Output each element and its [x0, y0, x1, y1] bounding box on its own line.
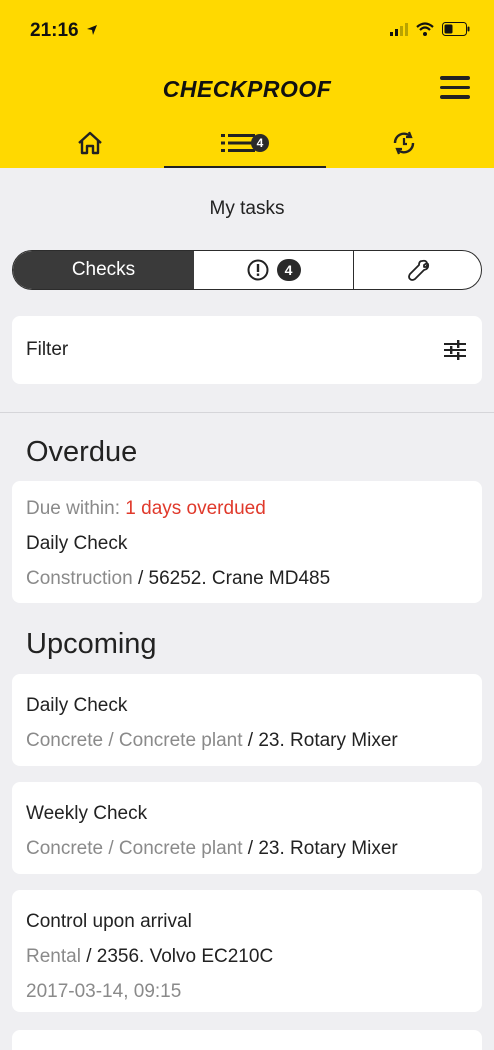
nav-history[interactable] [344, 118, 464, 168]
task-path: Construction / 56252. Crane MD485 [26, 561, 468, 596]
task-name: Daily Check [26, 695, 128, 716]
task-card-partial[interactable] [12, 1030, 482, 1050]
hamburger-menu-icon[interactable] [440, 76, 470, 100]
task-card[interactable]: Due within: 1 days overdued Daily Check … [12, 481, 482, 603]
page-title: My tasks [209, 198, 285, 219]
path-separator: / [242, 730, 259, 751]
location-arrow-icon [86, 25, 97, 35]
task-name: Daily Check [26, 533, 128, 554]
path-asset: 56252. Crane MD485 [148, 568, 331, 589]
task-path: Rental / 2356. Volvo EC210C [26, 939, 468, 974]
task-name: Weekly Check [26, 803, 148, 824]
due-value: 1 days overdued [125, 498, 266, 519]
path-separator: / [80, 946, 97, 967]
home-icon [78, 131, 102, 155]
path-category: Concrete / Concrete plant [26, 838, 243, 859]
filter-bar[interactable]: Filter [12, 316, 482, 384]
nav-tasks[interactable]: 4 [164, 118, 326, 168]
path-category: Concrete / Concrete plant [26, 730, 243, 751]
due-label: Due within: [26, 498, 120, 519]
task-list-icon [221, 134, 255, 152]
path-asset: 23. Rotary Mixer [258, 730, 398, 751]
upcoming-heading: Upcoming [26, 628, 157, 660]
overdue-heading: Overdue [26, 436, 138, 468]
battery-icon [442, 22, 470, 36]
main-nav: 4 [0, 118, 494, 168]
segment-issues[interactable]: 4 [194, 251, 354, 289]
task-card[interactable]: Weekly Check Concrete / Concrete plant /… [12, 782, 482, 874]
issues-count-badge: 4 [276, 259, 301, 281]
segment-checks[interactable]: Checks [13, 251, 194, 289]
task-card[interactable]: Daily Check Concrete / Concrete plant / … [12, 674, 482, 766]
path-asset: 23. Rotary Mixer [258, 838, 398, 859]
tasks-count-badge: 4 [251, 134, 269, 152]
segmented-control: Checks 4 [12, 250, 482, 290]
path-separator: / [242, 838, 259, 859]
path-separator: / [132, 568, 149, 589]
task-name: Control upon arrival [26, 911, 192, 932]
task-datetime: 2017-03-14, 09:15 [26, 981, 182, 1002]
nav-home[interactable] [30, 118, 150, 168]
alert-circle-icon [247, 259, 268, 281]
wrench-icon [407, 259, 429, 281]
path-asset: 2356. Volvo EC210C [96, 946, 274, 967]
signal-icon [390, 22, 408, 36]
path-category: Construction [26, 568, 133, 589]
status-icons [390, 22, 470, 36]
section-divider [0, 412, 494, 413]
status-time-text: 21:16 [30, 20, 79, 41]
wifi-icon [416, 22, 434, 36]
active-tab-indicator [164, 166, 326, 168]
path-category: Rental [26, 946, 81, 967]
task-path: Concrete / Concrete plant / 23. Rotary M… [26, 723, 468, 758]
status-time: 21:16 [30, 20, 98, 42]
filter-label: Filter [26, 339, 69, 360]
app-logo: CHECKPROOF [162, 76, 332, 102]
task-card[interactable]: Control upon arrival Rental / 2356. Volv… [12, 890, 482, 1012]
due-row: Due within: 1 days overdued [26, 491, 468, 526]
task-path: Concrete / Concrete plant / 23. Rotary M… [26, 831, 468, 866]
app-header: 21:16 CHECKPROOF 4 [0, 0, 494, 168]
segment-tools[interactable] [354, 251, 481, 289]
sliders-icon [444, 340, 466, 360]
segment-checks-label: Checks [71, 259, 136, 280]
history-sync-icon [393, 131, 415, 155]
